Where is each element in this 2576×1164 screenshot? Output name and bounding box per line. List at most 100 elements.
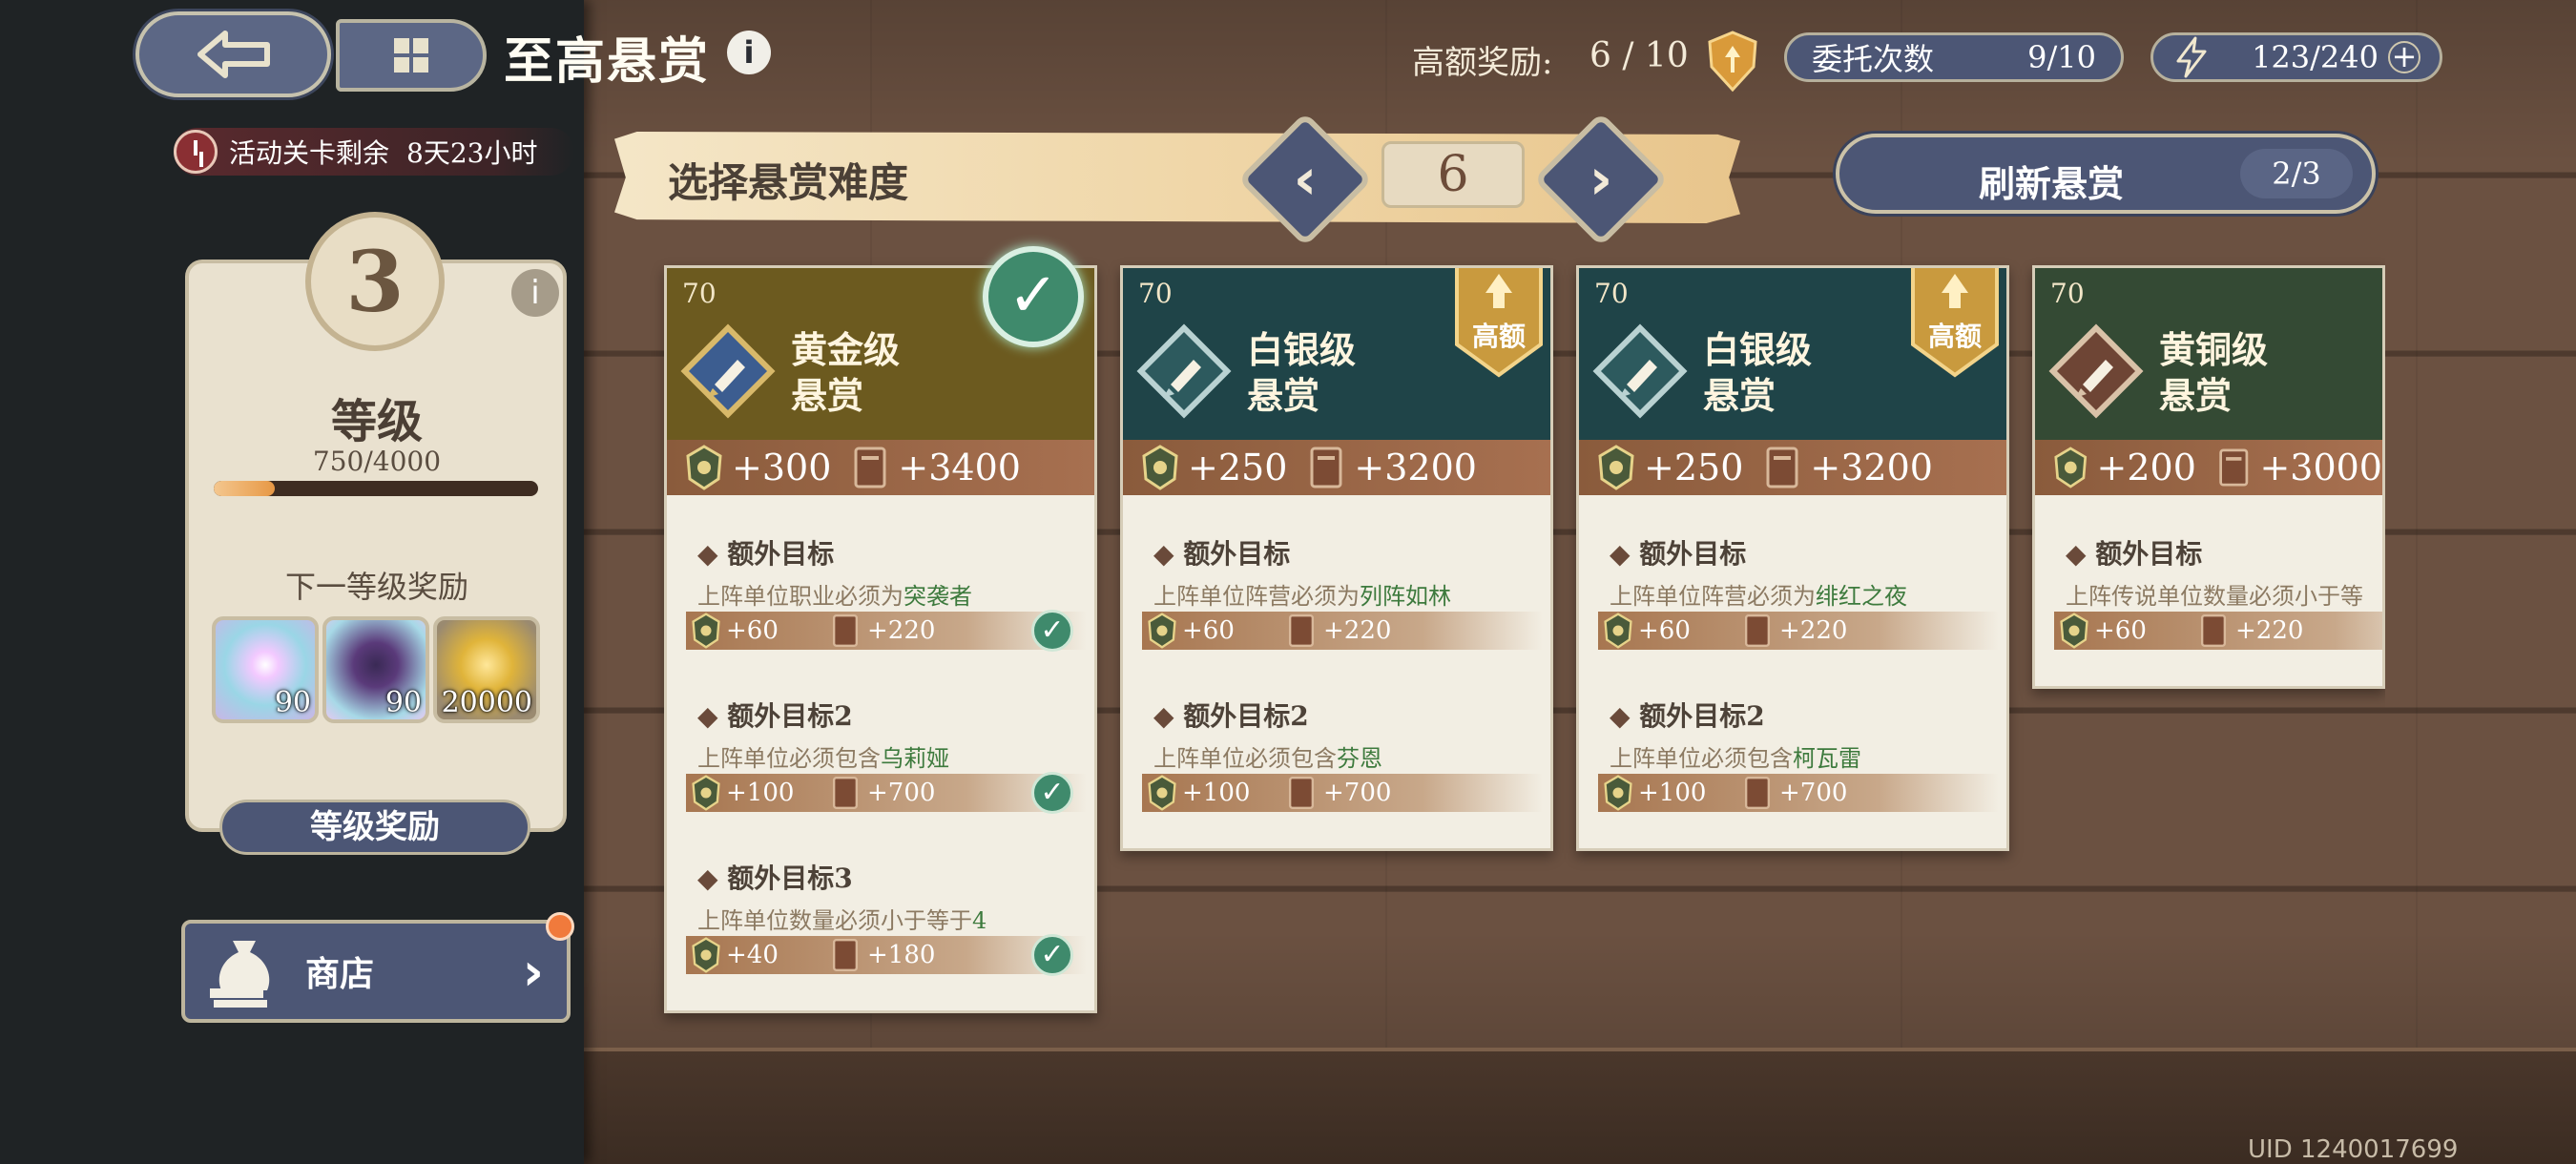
card-rewards: +250 +3200: [1123, 440, 1550, 495]
goal-title: 额外目标2: [1610, 696, 2006, 734]
card-header: 70 白银级 悬赏 高额: [1123, 268, 1550, 440]
goal-description: 上阵单位必须包含柯瓦雷: [1610, 739, 2006, 773]
goal-rewards: +60 +220: [2054, 612, 2382, 650]
reward-emblem-value: +300: [732, 447, 832, 488]
goal-description: 上阵单位必须包含乌莉娅: [697, 739, 1094, 773]
book-icon: [854, 447, 886, 488]
extra-goal: 额外目标 上阵单位职业必须为突袭者 +60 +220 ✓: [667, 495, 1094, 657]
reward-emblem-value: +200: [2096, 447, 2196, 488]
goal-desc-highlight: 芬恩: [1337, 745, 1382, 772]
book-icon: [1288, 614, 1315, 647]
reward-book-value: +3200: [1810, 447, 1933, 488]
goal-desc-text: 上阵单位必须包含: [1153, 745, 1337, 772]
add-energy-button[interactable]: +: [2388, 41, 2420, 73]
emblem-icon: [1604, 613, 1632, 649]
emblem-icon: [692, 775, 720, 811]
goal-desc-highlight: 突袭者: [904, 583, 972, 610]
completed-check-icon: ✓: [983, 246, 1084, 347]
card-name: 白银级 悬赏: [1247, 327, 1356, 419]
goal-desc-text: 上阵传说单位数量必须小于等: [2066, 583, 2363, 610]
extra-goal: 额外目标2 上阵单位必须包含柯瓦雷 +100 +700: [1579, 657, 2006, 820]
goal-rewards: +100 +700: [686, 774, 1087, 812]
check-icon: ✓: [1031, 610, 1073, 652]
goal-description: 上阵单位阵营必须为绯红之夜: [1610, 577, 2006, 611]
goal-rewards: +100 +700: [1142, 774, 1543, 812]
emblem-icon: [1598, 445, 1634, 490]
bounty-card[interactable]: 70 白银级悬赏 高额 +250 +3200 额外目标 上阵单位阵营必须为列阵如…: [1120, 265, 1553, 851]
high-value-badge: 高额: [1471, 321, 1526, 352]
check-icon: ✓: [1031, 772, 1073, 814]
emblem-icon: [1136, 323, 1232, 419]
card-type: 悬赏: [1703, 374, 1776, 417]
goal-reward-a: +60: [1182, 616, 1235, 645]
goal-reward-a: +60: [2094, 616, 2147, 645]
card-type: 悬赏: [791, 374, 864, 417]
bounty-card[interactable]: 70 黄铜级悬赏 +200 +3000 额外目标 上阵传说单位数量必须小于等 +…: [2032, 265, 2385, 689]
goal-desc-text: 上阵单位阵营必须为: [1610, 583, 1816, 610]
goal-reward-a: +100: [1638, 779, 1707, 807]
card-type: 悬赏: [1247, 374, 1320, 417]
card-type: 悬赏: [2159, 374, 2233, 417]
goal-title: 额外目标: [697, 533, 1094, 572]
emblem-icon: [1604, 775, 1632, 811]
card-name: 黄金级 悬赏: [791, 327, 900, 419]
goal-desc-text: 上阵单位阵营必须为: [1153, 583, 1360, 610]
goal-title: 额外目标3: [697, 858, 1094, 896]
goal-reward-a: +100: [1182, 779, 1251, 807]
book-icon: [1766, 447, 1798, 488]
goal-reward-a: +100: [726, 779, 795, 807]
book-icon: [2219, 448, 2249, 487]
goal-description: 上阵单位阵营必须为列阵如林: [1153, 577, 1550, 611]
goal-reward-b: +220: [867, 616, 936, 645]
card-header: 70 白银级 悬赏 高额: [1579, 268, 2006, 440]
reward-book-value: +3200: [1354, 447, 1477, 488]
goal-title: 额外目标2: [697, 696, 1094, 734]
goal-reward-b: +220: [2235, 616, 2304, 645]
card-tier: 黄铜级: [2159, 328, 2269, 371]
book-icon: [1744, 777, 1771, 809]
emblem-icon: [1148, 613, 1176, 649]
emblem-icon: [2054, 447, 2088, 488]
bounty-card[interactable]: 70 黄金级悬赏 +300 +3400 额外目标 上阵单位职业必须为突袭者 +6…: [664, 265, 1097, 1013]
goal-desc-text: 上阵单位职业必须为: [697, 583, 904, 610]
book-icon: [832, 614, 859, 647]
card-level: 70: [1138, 278, 1173, 309]
goal-rewards: +100 +700: [1598, 774, 1999, 812]
emblem-icon: [692, 937, 720, 973]
book-icon: [1310, 447, 1342, 488]
emblem-icon: [2048, 323, 2144, 419]
goal-desc-highlight: 4: [972, 907, 987, 934]
card-level: 70: [2050, 278, 2085, 309]
extra-goal: 额外目标3 上阵单位数量必须小于等于4 +40 +180 ✓: [667, 820, 1094, 982]
book-icon: [2200, 614, 2227, 647]
goal-reward-b: +700: [1779, 779, 1848, 807]
reward-book-value: +3400: [898, 447, 1021, 488]
card-level: 70: [682, 278, 717, 309]
goal-title: 额外目标: [2066, 533, 2382, 572]
goal-reward-b: +220: [1323, 616, 1392, 645]
extra-goal: 额外目标2 上阵单位必须包含乌莉娅 +100 +700 ✓: [667, 657, 1094, 820]
goal-reward-a: +60: [1638, 616, 1691, 645]
emblem-icon: [692, 613, 720, 649]
book-icon: [832, 939, 859, 971]
extra-goal: 额外目标2 上阵单位必须包含芬恩 +100 +700: [1123, 657, 1550, 820]
goal-title: 额外目标2: [1153, 696, 1550, 734]
goal-desc-text: 上阵单位必须包含: [1610, 745, 1793, 772]
book-icon: [1288, 777, 1315, 809]
book-icon: [832, 777, 859, 809]
extra-goal: 额外目标 上阵传说单位数量必须小于等 +60 +220: [2035, 495, 2382, 657]
emblem-icon: [680, 323, 776, 419]
goal-rewards: +60 +220: [1598, 612, 1999, 650]
card-tier: 黄金级: [791, 328, 901, 371]
goal-description: 上阵单位必须包含芬恩: [1153, 739, 1550, 773]
goal-desc-text: 上阵单位数量必须小于等于: [697, 907, 972, 934]
book-icon: [1744, 614, 1771, 647]
goal-desc-highlight: 绯红之夜: [1816, 583, 1907, 610]
high-value-badge: 高额: [1927, 321, 1982, 352]
bounty-card[interactable]: 70 白银级悬赏 高额 +250 +3200 额外目标 上阵单位阵营必须为绯红之…: [1576, 265, 2009, 851]
goal-desc-highlight: 列阵如林: [1360, 583, 1451, 610]
card-rewards: +300 +3400: [667, 440, 1094, 495]
emblem-icon: [1148, 775, 1176, 811]
goal-description: 上阵单位数量必须小于等于4: [697, 902, 1094, 935]
goal-title: 额外目标: [1153, 533, 1550, 572]
